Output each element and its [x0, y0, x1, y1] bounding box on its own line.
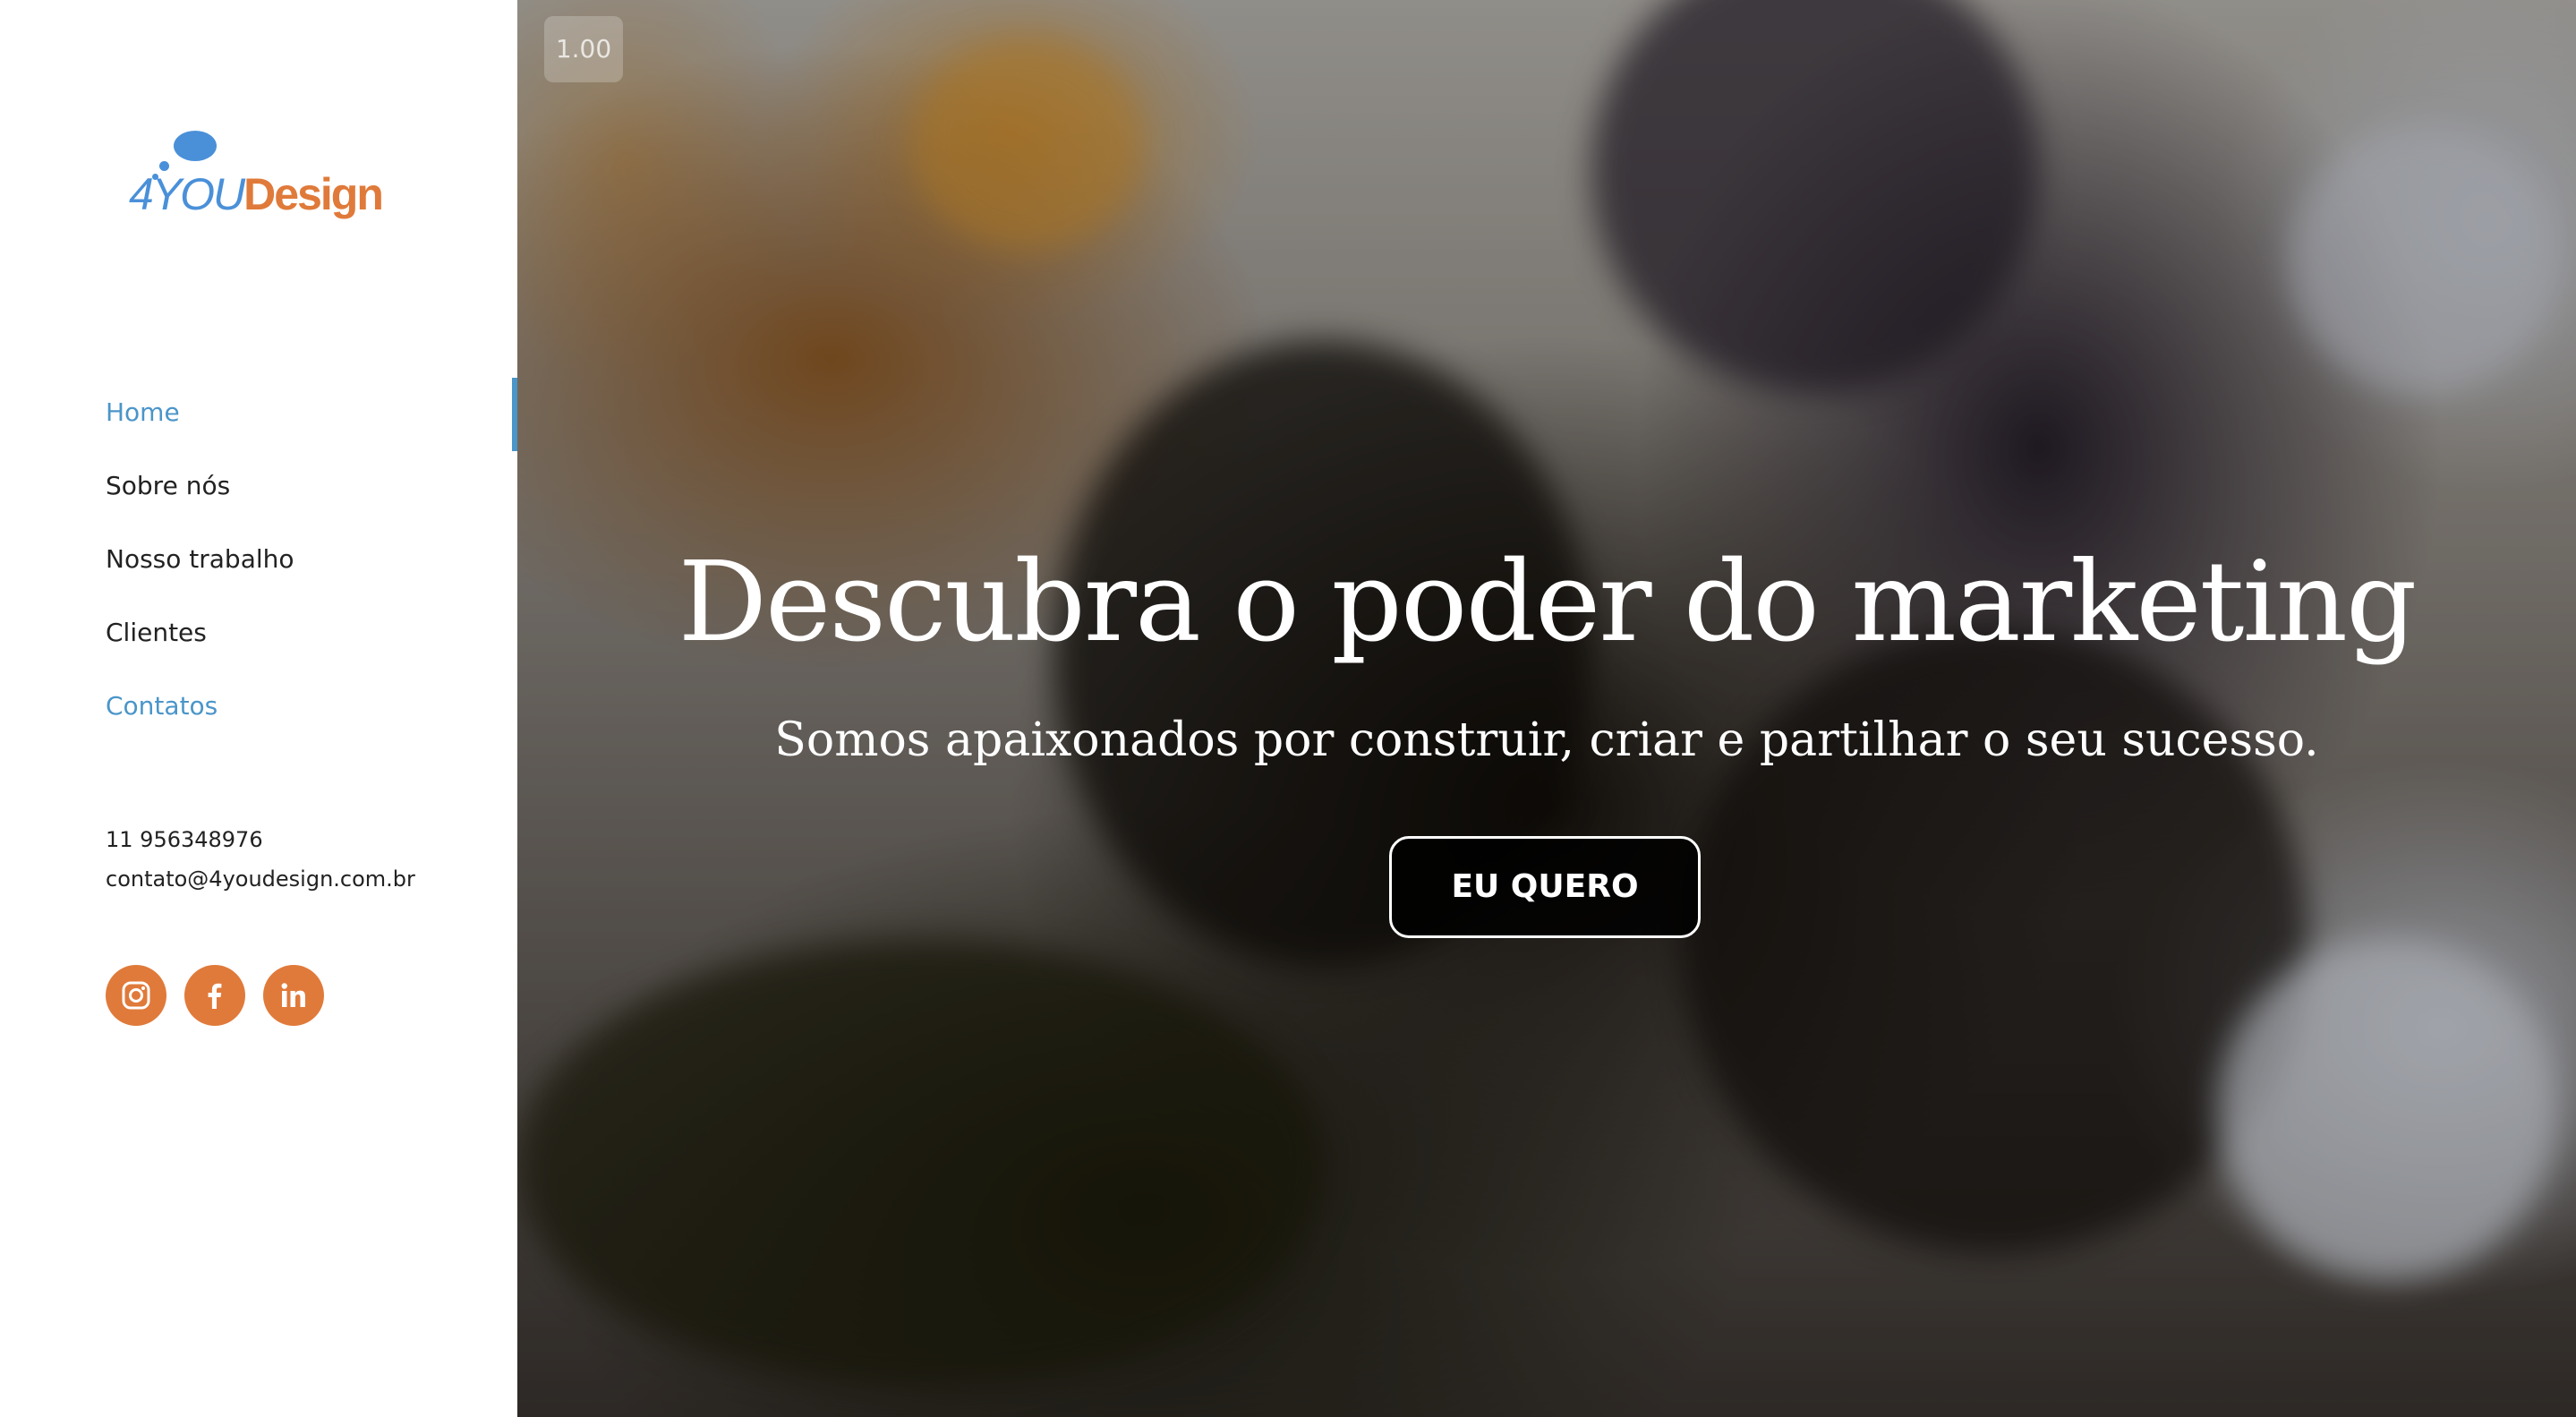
contact-phone: 11 956348976 [106, 827, 263, 852]
facebook-button[interactable] [184, 965, 245, 1026]
main-nav: Home Sobre nós Nosso trabalho Clientes C… [106, 394, 294, 761]
contact-info: 11 956348976 contato@4youdesign.com.br [106, 820, 415, 899]
nav-item-nosso-trabalho[interactable]: Nosso trabalho [106, 541, 294, 614]
facebook-icon [208, 983, 222, 1009]
hero-subtitle: Somos apaixonados por construir, criar e… [774, 713, 2319, 767]
playback-speed-badge[interactable]: 1.00 [544, 16, 623, 82]
logo-wordmark: 4YOUDesign [129, 169, 384, 219]
sidebar: 4YOUDesign Home Sobre nós Nosso trabalho… [0, 0, 517, 1417]
logo[interactable]: 4YOUDesign [129, 125, 384, 224]
hero-title: Descubra o poder do marketing [678, 538, 2418, 667]
logo-bubble-icon [174, 131, 217, 161]
nav-item-sobre-nos[interactable]: Sobre nós [106, 467, 294, 541]
cta-button[interactable]: EU QUERO [1389, 836, 1701, 938]
instagram-icon [122, 981, 150, 1010]
linkedin-button[interactable] [263, 965, 324, 1026]
page: 4YOUDesign Home Sobre nós Nosso trabalho… [0, 0, 2576, 1417]
nav-item-clientes[interactable]: Clientes [106, 614, 294, 687]
contact-email[interactable]: contato@4youdesign.com.br [106, 859, 415, 899]
linkedin-icon [281, 983, 305, 1007]
logo-suffix: Design [243, 169, 384, 219]
nav-active-indicator [512, 378, 517, 451]
instagram-button[interactable] [106, 965, 166, 1026]
nav-item-home[interactable]: Home [106, 394, 294, 467]
logo-prefix: 4YOU [129, 169, 245, 219]
nav-item-contatos[interactable]: Contatos [106, 687, 294, 761]
social-links [106, 965, 324, 1026]
